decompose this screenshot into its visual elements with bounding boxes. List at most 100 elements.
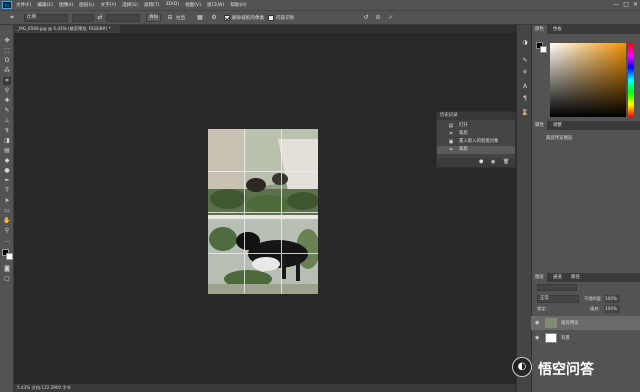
history-item[interactable]: ▣ 置入嵌入的智能对象 bbox=[437, 138, 515, 146]
menu-file[interactable]: 文件(F) bbox=[16, 2, 31, 8]
background-swatch[interactable] bbox=[540, 46, 547, 53]
layer-row[interactable]: ◉ 背景 bbox=[531, 331, 640, 345]
document-image[interactable] bbox=[208, 129, 318, 294]
history-panel-title[interactable]: 历史记录 bbox=[437, 112, 515, 120]
panel-icon-strip: ◑ ✎ ⚘ A ¶ ⌛ bbox=[516, 25, 531, 392]
menu-layer[interactable]: 图层(L) bbox=[79, 2, 94, 8]
watermark-logo-icon: ◐ bbox=[512, 357, 532, 377]
history-item-selected[interactable]: ⌗ 裁剪 bbox=[437, 146, 515, 154]
settings-gear-icon[interactable]: ⚙ bbox=[210, 14, 218, 22]
history-footer: ⬢ ◉ 🗑 bbox=[437, 158, 515, 167]
watermark: ◐ 悟空问答 bbox=[512, 356, 640, 378]
marquee-tool-icon[interactable]: ⬚ bbox=[3, 47, 11, 55]
character-panel-icon[interactable]: A bbox=[521, 83, 529, 91]
path-select-icon[interactable]: ➤ bbox=[3, 197, 11, 205]
hand-tool-icon[interactable]: ✋ bbox=[3, 217, 11, 225]
trash-icon[interactable]: 🗑 bbox=[503, 159, 509, 165]
history-brush-icon[interactable]: ↯ bbox=[3, 127, 11, 135]
shape-tool-icon[interactable]: ▭ bbox=[3, 207, 11, 215]
tab-color[interactable]: 颜色 bbox=[532, 25, 547, 34]
content-aware-checkbox[interactable] bbox=[268, 15, 274, 21]
history-item[interactable]: ⌗ 裁剪 bbox=[437, 130, 515, 138]
menu-filter[interactable]: 滤镜(T) bbox=[144, 2, 160, 8]
tab-swatches[interactable]: 色板 bbox=[550, 25, 565, 34]
options-bar: ⌗ 比例 ⇄ 清除 ⊟ 拉直 ▦ ⚙ 删除裁剪的像素 内容识别 ↺ ⊘ ✓ bbox=[0, 10, 640, 25]
crop-tool-icon[interactable]: ⌗ bbox=[3, 77, 11, 85]
reset-icon[interactable]: ↺ bbox=[362, 14, 370, 22]
magic-wand-icon[interactable]: ⁂ bbox=[3, 67, 11, 75]
open-icon: ▤ bbox=[448, 123, 454, 129]
document-tab[interactable]: _MG_6569.jpg @ 5.43% (裁剪预览, RGB/8#) * bbox=[14, 25, 120, 33]
menu-3d[interactable]: 3D(D) bbox=[165, 2, 179, 8]
crop-grid-line bbox=[208, 171, 318, 172]
history-panel-icon[interactable]: ⌛ bbox=[521, 109, 529, 117]
menu-type[interactable]: 文字(Y) bbox=[101, 2, 117, 8]
menu-edit[interactable]: 编辑(E) bbox=[37, 2, 53, 8]
ratio-select[interactable]: 比例 bbox=[24, 14, 68, 22]
straighten-label[interactable]: 拉直 bbox=[176, 15, 185, 21]
window-controls: — □ ✕ bbox=[613, 1, 638, 8]
tab-paths[interactable]: 路径 bbox=[568, 273, 583, 282]
lasso-tool-icon[interactable]: ʘ bbox=[3, 57, 11, 65]
quick-mask-icon[interactable]: ◙ bbox=[3, 265, 11, 273]
blur-tool-icon[interactable]: ◆ bbox=[3, 157, 11, 165]
cancel-icon[interactable]: ⊘ bbox=[374, 14, 382, 22]
dodge-tool-icon[interactable]: ● bbox=[3, 167, 11, 175]
brush-settings-icon[interactable]: ✎ bbox=[521, 57, 529, 65]
tab-channels[interactable]: 通道 bbox=[550, 273, 565, 282]
content-aware-label: 内容识别 bbox=[276, 16, 295, 21]
brush-tool-icon[interactable]: ✎ bbox=[3, 107, 11, 115]
menu-help[interactable]: 帮助(H) bbox=[230, 2, 246, 8]
move-tool-icon[interactable]: ✥ bbox=[3, 37, 11, 45]
overlay-grid-icon[interactable]: ▦ bbox=[196, 14, 204, 22]
history-item[interactable]: ▤ 打开 bbox=[437, 122, 515, 130]
delete-cropped-label: 删除裁剪的像素 bbox=[232, 16, 265, 21]
layer-row-selected[interactable]: ◉ 裁剪预览 bbox=[531, 316, 640, 330]
hue-slider[interactable] bbox=[628, 43, 634, 117]
menu-view[interactable]: 视图(V) bbox=[185, 2, 201, 8]
blend-mode-select[interactable]: 正常 bbox=[537, 295, 579, 303]
ratio-width-input[interactable] bbox=[72, 14, 94, 22]
eye-icon[interactable]: ◉ bbox=[535, 335, 539, 341]
menu-window[interactable]: 窗口(W) bbox=[207, 2, 224, 8]
zoom-tool-icon[interactable]: ⚲ bbox=[3, 227, 11, 235]
screen-mode-icon[interactable]: ▢ bbox=[3, 275, 11, 283]
tab-adjustments[interactable]: 调整 bbox=[550, 121, 565, 130]
eraser-icon[interactable]: ◨ bbox=[3, 137, 11, 145]
fill-input[interactable]: 100% bbox=[604, 305, 620, 313]
close-button[interactable]: ✕ bbox=[633, 1, 638, 8]
tab-layers[interactable]: 图层 bbox=[532, 273, 547, 282]
menu-bar: Ps 文件(F) 编辑(E) 图像(I) 图层(L) 文字(Y) 选择(S) 滤… bbox=[0, 0, 640, 10]
app-logo: Ps bbox=[2, 1, 12, 9]
type-tool-icon[interactable]: T bbox=[3, 187, 11, 195]
delete-cropped-checkbox[interactable] bbox=[224, 15, 230, 21]
commit-check-icon[interactable]: ✓ bbox=[387, 14, 395, 22]
tab-properties[interactable]: 属性 bbox=[532, 121, 547, 130]
layer-filter-select[interactable] bbox=[537, 284, 577, 291]
color-picker-field[interactable] bbox=[550, 43, 626, 117]
eyedropper-icon[interactable]: ⚲ bbox=[3, 87, 11, 95]
ratio-height-input[interactable] bbox=[106, 14, 140, 22]
more-tools-icon[interactable]: … bbox=[3, 237, 11, 245]
maximize-button[interactable]: □ bbox=[623, 1, 629, 8]
minimize-button[interactable]: — bbox=[613, 1, 619, 8]
snapshot-icon[interactable]: ⬢ bbox=[479, 159, 483, 165]
pen-tool-icon[interactable]: ✒ bbox=[3, 177, 11, 185]
crop-tool-icon[interactable]: ⌗ bbox=[8, 14, 16, 22]
swap-icon[interactable]: ⇄ bbox=[96, 14, 104, 22]
clone-stamp-icon[interactable]: ⊥ bbox=[3, 117, 11, 125]
healing-brush-icon[interactable]: ✚ bbox=[3, 97, 11, 105]
clone-source-icon[interactable]: ⚘ bbox=[521, 69, 529, 77]
menu-image[interactable]: 图像(I) bbox=[59, 2, 73, 8]
clear-button[interactable]: 清除 bbox=[146, 14, 162, 22]
status-bar: 5.43% 文档:122.2M/0 字节 bbox=[14, 384, 516, 392]
gradient-icon[interactable]: ▤ bbox=[3, 147, 11, 155]
paragraph-panel-icon[interactable]: ¶ bbox=[521, 95, 529, 103]
opacity-input[interactable]: 100% bbox=[604, 295, 620, 303]
camera-icon[interactable]: ◉ bbox=[491, 159, 495, 165]
color-panel-icon[interactable]: ◑ bbox=[521, 39, 529, 47]
straighten-icon[interactable]: ⊟ bbox=[166, 14, 174, 22]
background-color-swatch[interactable] bbox=[6, 253, 13, 260]
menu-select[interactable]: 选择(S) bbox=[122, 2, 138, 8]
eye-icon[interactable]: ◉ bbox=[535, 320, 539, 326]
